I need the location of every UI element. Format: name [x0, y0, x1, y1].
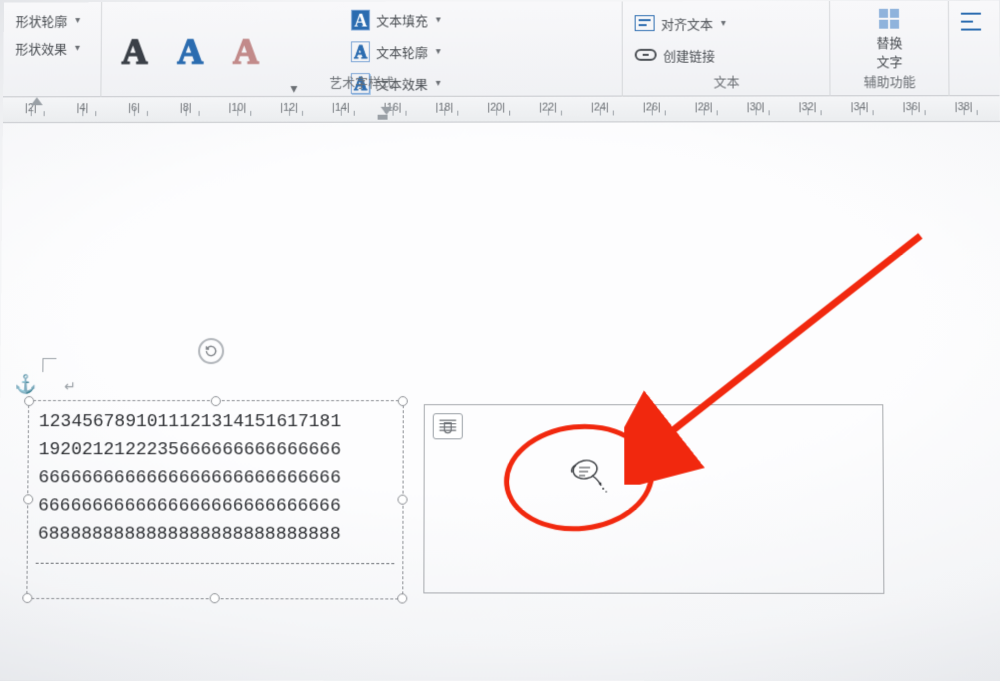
shape-effects-label: 形状效果 — [15, 38, 67, 57]
text-outline-label: 文本轮廓 — [376, 42, 428, 61]
text-outline-icon: A — [351, 41, 370, 62]
wordart-style-2[interactable]: A — [177, 31, 203, 73]
text-outline-button[interactable]: A 文本轮廓 ▾ — [351, 37, 441, 65]
ruler-tick: |18| — [444, 97, 445, 119]
first-line-indent-marker[interactable] — [31, 97, 43, 105]
link-icon — [635, 49, 657, 61]
ribbon: 形状轮廓 ▾ 形状效果 ▾ A A A ▾ A 文本填充 ▾ A 文本轮廓 — [3, 1, 999, 98]
layout-options-icon — [438, 418, 458, 434]
ruler-tick: |30| — [756, 96, 757, 118]
text-fill-label: 文本填充 — [376, 10, 428, 29]
ruler-tick: |14| — [341, 97, 342, 119]
ruler-tick: |20| — [496, 97, 497, 119]
ruler-tick: |38| — [964, 96, 965, 118]
ruler-horizontal[interactable]: |2||4||6||8||10||12||14||16||18||20||22|… — [3, 96, 1000, 123]
ruler-tick: |10| — [237, 97, 238, 119]
resize-handle-ne[interactable] — [398, 396, 408, 406]
ribbon-group-title: 辅助功能 — [831, 71, 949, 90]
text-fill-icon: A — [351, 9, 370, 30]
resize-handle-e[interactable] — [397, 495, 407, 505]
chevron-down-icon: ▾ — [721, 18, 726, 29]
text-fill-button[interactable]: A 文本填充 ▾ — [351, 6, 441, 34]
ruler-ticks: |2||4||6||8||10||12||14||16||18||20||22|… — [31, 96, 1000, 122]
wordart-style-3[interactable]: A — [233, 31, 259, 73]
ruler-tick: |8| — [186, 97, 187, 119]
ruler-tick: |34| — [859, 96, 860, 118]
ruler-tick: |32| — [808, 96, 809, 118]
resize-handle-sw[interactable] — [22, 593, 32, 603]
ruler-tick: |22| — [548, 97, 549, 119]
chevron-down-icon: ▾ — [75, 42, 80, 53]
align-text-icon — [635, 15, 655, 31]
textbox-1-content[interactable]: 1234567891011121314151617181 19202121222… — [28, 401, 403, 557]
next-group-button[interactable] — [961, 5, 987, 33]
chevron-down-icon: ▾ — [75, 15, 80, 26]
rotate-handle[interactable] — [198, 338, 224, 364]
shape-outline-label: 形状轮廓 — [16, 11, 68, 30]
ruler-tick: |16| — [393, 97, 394, 119]
resize-handle-n[interactable] — [211, 396, 221, 406]
lines-icon — [961, 13, 981, 31]
page-corner-mark — [42, 358, 56, 372]
resize-handle-se[interactable] — [397, 593, 407, 603]
hanging-indent-marker[interactable] — [381, 107, 393, 115]
textbox-bottom-rule — [36, 563, 395, 564]
anchor-icon[interactable]: ⚓ — [14, 374, 37, 395]
align-text-button[interactable]: 对齐文本 ▾ — [635, 9, 817, 37]
left-indent-marker[interactable] — [378, 115, 388, 120]
layout-options-button[interactable] — [433, 413, 463, 439]
document-area[interactable]: ⚓ ↵ 1234567891011121314151617181 1920212… — [0, 122, 1000, 681]
ribbon-group-accessibility: 替换 文字 辅助功能 — [830, 1, 949, 97]
chevron-down-icon: ▾ — [436, 14, 441, 25]
shape-outline-button[interactable]: 形状轮廓 ▾ — [16, 6, 90, 34]
rotate-arrow-icon — [203, 343, 219, 359]
alt-text-button[interactable]: 替换 文字 — [842, 5, 936, 71]
ruler-tick: |24| — [600, 97, 601, 119]
textbox-2[interactable] — [423, 404, 884, 594]
ruler-tick: |36| — [911, 96, 912, 118]
ruler-tick: |28| — [704, 96, 705, 118]
resize-handle-w[interactable] — [23, 494, 33, 504]
ribbon-group-next — [949, 1, 999, 96]
textbox-1[interactable]: 1234567891011121314151617181 19202121222… — [26, 400, 403, 599]
resize-handle-s[interactable] — [210, 593, 220, 603]
create-link-button[interactable]: 创建链接 — [635, 41, 818, 69]
ruler-tick: |26| — [652, 97, 653, 119]
ribbon-group-title: 文本 — [623, 71, 830, 90]
align-text-label: 对齐文本 — [661, 14, 713, 33]
chevron-down-icon: ▾ — [436, 46, 441, 57]
textbox-1-line: 123456789101112131415161718 — [39, 412, 331, 432]
ruler-tick: |6| — [134, 97, 135, 119]
alt-text-label: 替换 文字 — [876, 33, 902, 71]
shape-effects-button[interactable]: 形状效果 ▾ — [15, 34, 89, 62]
paragraph-mark: ↵ — [64, 378, 76, 395]
textbox-1-line: 666666666666666666666666666 — [38, 496, 330, 516]
resize-handle-nw[interactable] — [24, 396, 34, 406]
textbox-1-line: 192021212223566666666666666 — [39, 440, 331, 460]
alt-text-icon — [879, 9, 899, 29]
ribbon-group-shape: 形状轮廓 ▾ 形状效果 ▾ — [3, 2, 102, 97]
create-link-label: 创建链接 — [663, 45, 715, 64]
ruler-tick: |4| — [82, 97, 83, 119]
textbox-1-line: 688888888888888888888888888 — [38, 524, 330, 544]
ribbon-group-text: 文字方向 对齐文本 ▾ 创建链接 文本 — [623, 1, 831, 97]
ribbon-group-wordart: A A A ▾ A 文本填充 ▾ A 文本轮廓 ▾ A 文本效果 ▾ — [102, 1, 624, 97]
ruler-tick: |12| — [289, 97, 290, 119]
wordart-style-1[interactable]: A — [122, 31, 148, 73]
ribbon-group-title: 艺术字样式 — [102, 72, 623, 92]
textbox-1-line: 666666666666666666666666666 — [38, 468, 330, 488]
